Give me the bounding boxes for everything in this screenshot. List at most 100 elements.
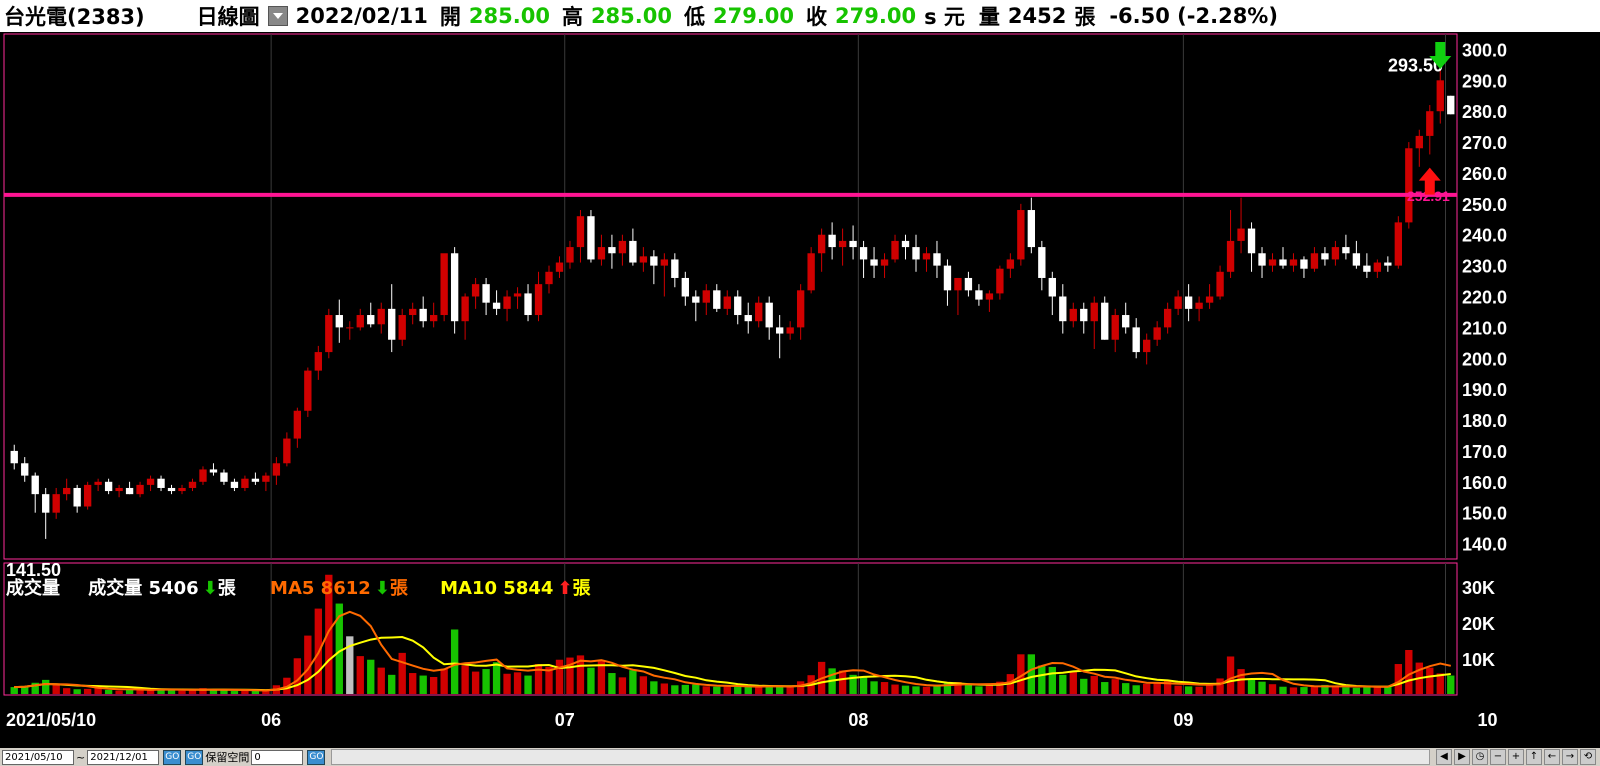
candle-body — [817, 234, 826, 254]
zoom-out-icon[interactable]: − — [1490, 749, 1506, 765]
volume-bar — [1027, 654, 1036, 694]
x-axis-label: 06 — [261, 710, 281, 730]
candle-body — [734, 296, 742, 316]
volume-bar — [1300, 687, 1308, 694]
candle-body — [985, 293, 994, 300]
range-separator: ~ — [76, 750, 86, 764]
candle-body — [912, 247, 920, 260]
candle-body — [94, 481, 102, 485]
price-tick-label: 250.0 — [1462, 195, 1507, 215]
volume-bar — [880, 682, 889, 694]
timeline-scrollbar[interactable] — [331, 749, 1430, 765]
candle-body — [1415, 135, 1423, 149]
candle-body — [1394, 222, 1402, 266]
go-button[interactable]: GO — [163, 749, 182, 765]
candle-body — [188, 481, 197, 488]
candle-body — [1237, 228, 1245, 241]
volume-bar — [786, 687, 794, 694]
candle-body — [1132, 327, 1140, 353]
price-tick-label: 220.0 — [1462, 288, 1507, 308]
arrow-left-icon[interactable]: ← — [1544, 749, 1560, 765]
date-to-select[interactable]: 2021/12/01 — [87, 749, 160, 765]
x-axis-label: 07 — [555, 710, 575, 730]
scroll-left-icon[interactable]: ◀ — [1436, 749, 1452, 765]
volume-bar — [367, 659, 375, 694]
candle-body — [450, 253, 459, 322]
reserve-space-input[interactable]: 0 — [251, 749, 304, 765]
close-label: 收 — [806, 5, 828, 29]
volume-bar — [555, 659, 564, 694]
candle-body — [1258, 253, 1266, 266]
candle-body — [713, 290, 721, 309]
go-button-2[interactable]: GO — [185, 749, 204, 765]
candle-body — [576, 216, 585, 248]
candle-body — [681, 277, 689, 297]
scroll-right-icon[interactable]: ▶ — [1454, 749, 1470, 765]
candle-body — [1373, 262, 1382, 272]
period-label: 日線圖 — [196, 5, 260, 29]
volume-bar — [1289, 687, 1298, 694]
arrow-down-icon: ⬇ — [374, 578, 390, 599]
price-tick-label: 190.0 — [1462, 380, 1507, 400]
candle-body — [796, 290, 805, 328]
x-axis-label: 08 — [848, 710, 868, 730]
period-dropdown-icon[interactable] — [267, 6, 288, 26]
date-from-select[interactable]: 2021/05/10 — [2, 749, 74, 765]
open-label: 開 — [439, 5, 461, 29]
volume-bar — [230, 691, 239, 694]
clock-icon[interactable]: ◷ — [1472, 749, 1488, 765]
candle-body — [702, 290, 710, 303]
volume-bar — [1111, 679, 1119, 694]
candle-body — [891, 240, 899, 260]
ma5-line — [14, 610, 1452, 692]
volume-bar — [912, 686, 920, 694]
candle-body — [335, 315, 343, 328]
volume-bar — [1216, 678, 1224, 694]
volume-bar — [1122, 683, 1130, 694]
candle-body — [786, 327, 794, 334]
volume-legend: 成交量 成交量 5406 ⬇張 MA5 8612 ⬇張 MA10 5844 ⬆張 — [6, 574, 595, 600]
candle-body — [10, 450, 18, 464]
candle-body — [325, 315, 333, 353]
candlestick-chart[interactable]: 300.0 290.0 280.0 270.0 260.0 250.0 240.0 230.0… — [0, 32, 1600, 732]
volume-bar — [167, 690, 176, 694]
zoom-in-icon[interactable]: + — [1508, 749, 1524, 765]
candle-body — [104, 481, 113, 492]
volume-bar — [1195, 686, 1203, 694]
volume-bar — [1080, 678, 1088, 694]
volume-bar — [241, 690, 249, 694]
low-value: 279.00 — [712, 4, 795, 28]
volume-bar — [136, 690, 144, 694]
candle-body — [356, 315, 364, 328]
chart-area[interactable]: 300.0 290.0 280.0 270.0 260.0 250.0 240.0 230.0… — [0, 32, 1600, 732]
volume-bar — [776, 686, 784, 694]
candle-body — [314, 352, 322, 371]
volume-value: 2452 — [1007, 4, 1067, 28]
volume-tick-label: 10K — [1462, 650, 1495, 670]
quote-date: 2022/02/11 — [295, 4, 428, 28]
ma10-line — [14, 635, 1451, 692]
volume-bar — [639, 676, 648, 694]
volume-bar — [83, 688, 92, 694]
candle-body — [859, 247, 868, 260]
volume-bar — [1069, 671, 1077, 694]
volume-bar — [1205, 684, 1214, 694]
price-tick-label: 160.0 — [1462, 473, 1507, 493]
reset-icon[interactable]: ⟲ — [1580, 749, 1596, 765]
candle-body — [555, 262, 564, 272]
volume-bar — [388, 674, 396, 694]
volume-bar — [419, 675, 427, 694]
arrow-right-icon[interactable]: → — [1562, 749, 1578, 765]
volume-bar — [492, 662, 501, 694]
candle-body — [629, 240, 637, 263]
arrow-up-icon[interactable]: ↑ — [1526, 749, 1542, 765]
volume-label: 量 — [978, 5, 1000, 29]
go-button-3[interactable]: GO — [307, 749, 326, 765]
candle-body — [901, 240, 910, 248]
volume-bar — [681, 684, 689, 694]
volume-bar — [587, 667, 595, 694]
price-tick-label: 260.0 — [1462, 164, 1507, 184]
candle-body — [534, 284, 543, 316]
volume-bar — [513, 672, 522, 694]
candle-body — [409, 308, 417, 316]
